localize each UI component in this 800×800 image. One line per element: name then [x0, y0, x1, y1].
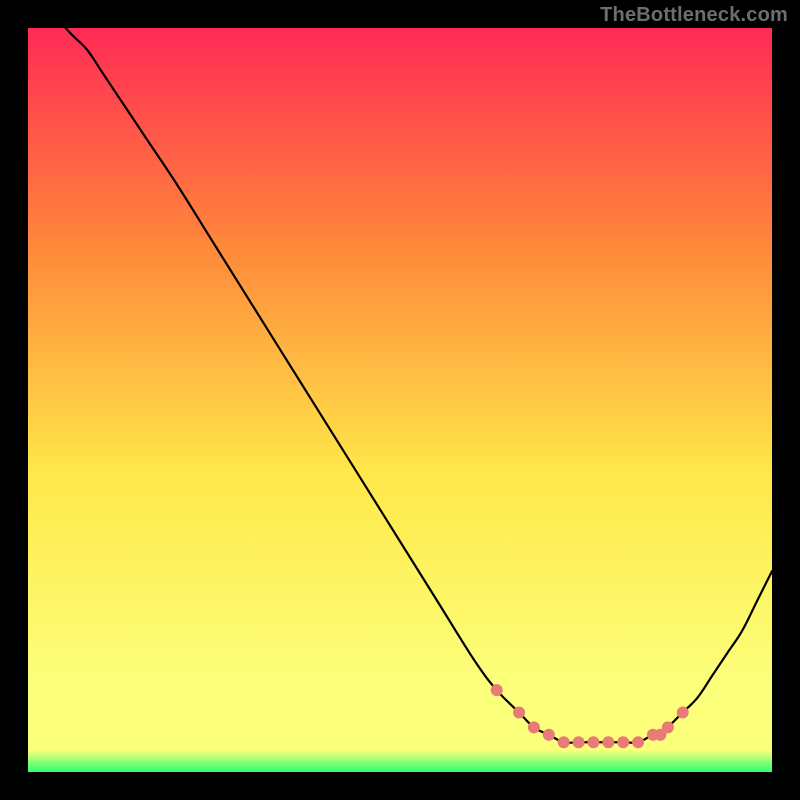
data-point [677, 706, 689, 718]
data-point [543, 729, 555, 741]
data-point [662, 721, 674, 733]
data-point [587, 736, 599, 748]
data-point [573, 736, 585, 748]
gradient-background [28, 28, 772, 772]
watermark-text: TheBottleneck.com [600, 4, 788, 27]
data-point [632, 736, 644, 748]
plot-area [28, 28, 772, 772]
chart-svg [28, 28, 772, 772]
data-point [513, 706, 525, 718]
data-point [558, 736, 570, 748]
data-point [617, 736, 629, 748]
chart-container: TheBottleneck.com [0, 0, 800, 800]
data-point [602, 736, 614, 748]
data-point [528, 721, 540, 733]
data-point [491, 684, 503, 696]
